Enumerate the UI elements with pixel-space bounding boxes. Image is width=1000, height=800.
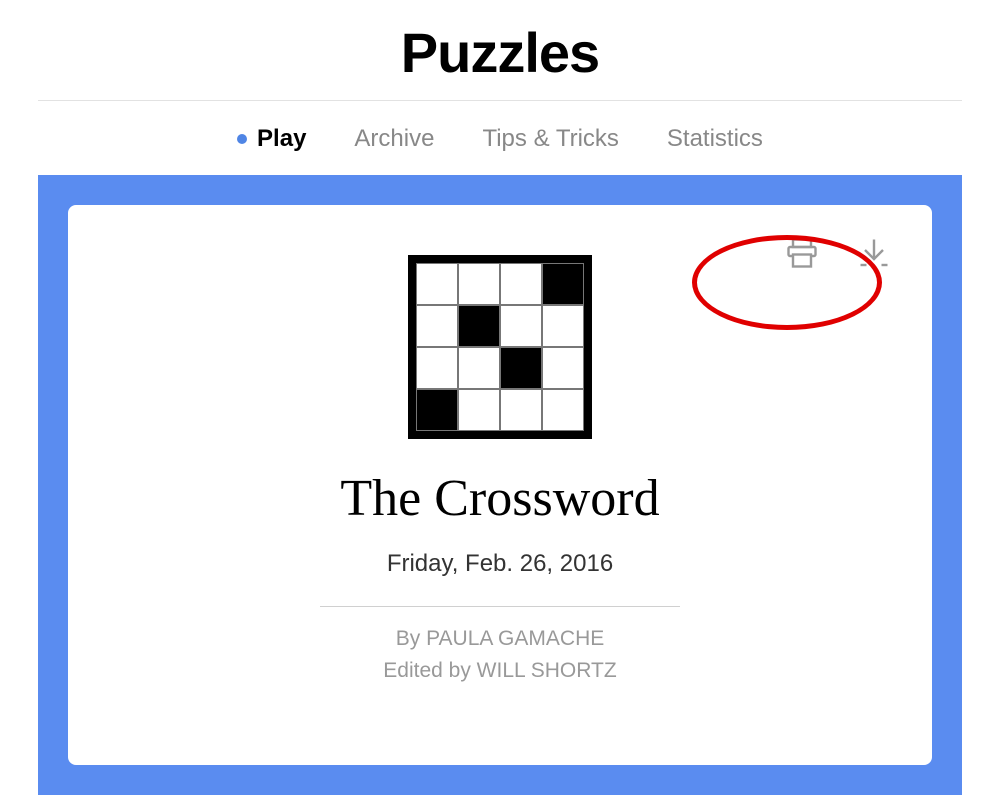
grid-cell bbox=[416, 305, 458, 347]
grid-cell bbox=[542, 263, 584, 305]
meta-divider bbox=[320, 606, 680, 607]
grid-cell bbox=[500, 263, 542, 305]
nav-tab-statistics[interactable]: Statistics bbox=[667, 125, 763, 153]
download-icon bbox=[856, 235, 892, 271]
nav-label: Archive bbox=[354, 125, 434, 153]
grid-cell bbox=[458, 389, 500, 431]
grid-cell bbox=[542, 347, 584, 389]
grid-cell bbox=[542, 305, 584, 347]
grid-cell bbox=[416, 347, 458, 389]
grid-cell bbox=[458, 347, 500, 389]
nav-tab-tips[interactable]: Tips & Tricks bbox=[482, 125, 618, 153]
crossword-grid-icon bbox=[408, 255, 592, 439]
nav-label: Tips & Tricks bbox=[482, 125, 618, 153]
grid-cell bbox=[458, 305, 500, 347]
puzzle-stage: The Crossword Friday, Feb. 26, 2016 By P… bbox=[38, 175, 962, 795]
grid-cell bbox=[416, 263, 458, 305]
grid-cell bbox=[458, 263, 500, 305]
download-button[interactable] bbox=[856, 235, 892, 276]
site-title: Puzzles bbox=[0, 20, 1000, 85]
active-indicator-dot bbox=[237, 134, 247, 144]
puzzle-card: The Crossword Friday, Feb. 26, 2016 By P… bbox=[68, 205, 932, 765]
page-header: Puzzles bbox=[0, 0, 1000, 100]
main-nav: Play Archive Tips & Tricks Statistics bbox=[0, 101, 1000, 175]
grid-cell bbox=[416, 389, 458, 431]
print-button[interactable] bbox=[784, 235, 820, 276]
print-icon bbox=[784, 235, 820, 271]
puzzle-date: Friday, Feb. 26, 2016 bbox=[387, 550, 613, 578]
puzzle-title: The Crossword bbox=[340, 469, 659, 528]
card-actions bbox=[784, 235, 892, 276]
nav-tab-play[interactable]: Play bbox=[237, 125, 306, 153]
puzzle-byline: By PAULA GAMACHE bbox=[396, 627, 605, 651]
grid-cell bbox=[500, 389, 542, 431]
nav-tab-archive[interactable]: Archive bbox=[354, 125, 434, 153]
grid-cell bbox=[500, 347, 542, 389]
grid-cell bbox=[500, 305, 542, 347]
nav-label: Statistics bbox=[667, 125, 763, 153]
grid-cell bbox=[542, 389, 584, 431]
puzzle-editor: Edited by WILL SHORTZ bbox=[383, 659, 616, 683]
nav-label: Play bbox=[257, 125, 306, 153]
